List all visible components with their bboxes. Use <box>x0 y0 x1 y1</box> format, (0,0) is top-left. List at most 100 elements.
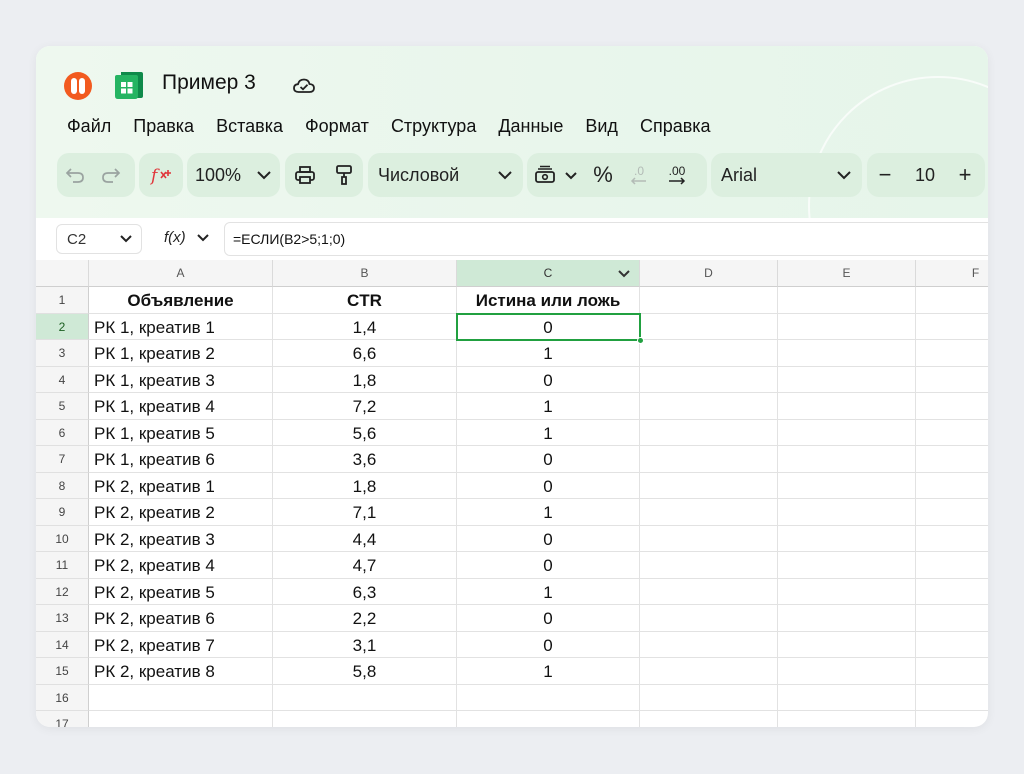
cell-b16[interactable] <box>273 684 457 711</box>
cell-c8[interactable]: 0 <box>457 472 640 499</box>
cell-d11[interactable] <box>640 552 778 579</box>
cell-f11[interactable] <box>916 552 988 579</box>
column-header-a[interactable]: A <box>89 260 273 287</box>
decrease-decimals-button[interactable]: .0 <box>621 153 657 197</box>
cell-b3[interactable]: 6,6 <box>273 340 457 367</box>
cell-e14[interactable] <box>778 631 916 658</box>
menu-help[interactable]: Справка <box>640 116 711 137</box>
cell-f2[interactable] <box>916 314 988 340</box>
row-header-2[interactable]: 2 <box>36 313 89 340</box>
cell-b7[interactable]: 3,6 <box>273 446 457 473</box>
cell-a8[interactable]: РК 2, креатив 1 <box>89 472 273 499</box>
cell-b17[interactable] <box>273 711 457 727</box>
row-header-14[interactable]: 14 <box>36 631 89 658</box>
cell-d6[interactable] <box>640 419 778 446</box>
cell-e16[interactable] <box>778 684 916 711</box>
paint-format-button[interactable] <box>324 153 363 197</box>
cloud-saved-icon[interactable] <box>292 75 316 97</box>
cell-d2[interactable] <box>640 313 778 340</box>
cell-f13[interactable] <box>916 605 988 632</box>
column-header-c[interactable]: C <box>457 260 640 287</box>
menu-format[interactable]: Формат <box>305 116 369 137</box>
cell-f16[interactable] <box>916 685 988 711</box>
cell-c13[interactable]: 0 <box>457 605 640 632</box>
cell-b6[interactable]: 5,6 <box>273 419 457 446</box>
redo-button[interactable] <box>93 153 129 197</box>
cell-e13[interactable] <box>778 605 916 632</box>
menu-file[interactable]: Файл <box>67 116 111 137</box>
document-title[interactable]: Пример 3 <box>162 71 256 95</box>
cell-b2[interactable]: 1,4 <box>273 313 457 340</box>
cell-c4[interactable]: 0 <box>457 366 640 393</box>
cell-e12[interactable] <box>778 578 916 605</box>
row-header-17[interactable]: 17 <box>36 711 89 727</box>
row-header-9[interactable]: 9 <box>36 499 89 526</box>
select-all-corner[interactable] <box>36 260 89 287</box>
cell-c17[interactable] <box>457 711 640 727</box>
cell-c1[interactable]: Истина или ложь <box>457 287 640 314</box>
cell-a4[interactable]: РК 1, креатив 3 <box>89 366 273 393</box>
cell-c12[interactable]: 1 <box>457 578 640 605</box>
font-size-increase-button[interactable]: + <box>947 153 983 197</box>
cell-c7[interactable]: 0 <box>457 446 640 473</box>
menu-insert[interactable]: Вставка <box>216 116 283 137</box>
row-header-4[interactable]: 4 <box>36 366 89 393</box>
cell-e9[interactable] <box>778 499 916 526</box>
undo-button[interactable] <box>57 153 93 197</box>
spreadsheet-app-icon[interactable] <box>112 68 146 102</box>
row-header-6[interactable]: 6 <box>36 419 89 446</box>
font-size-decrease-button[interactable]: − <box>867 153 903 197</box>
cell-f17[interactable] <box>916 711 988 727</box>
cell-c11[interactable]: 0 <box>457 552 640 579</box>
menu-edit[interactable]: Правка <box>133 116 194 137</box>
row-header-7[interactable]: 7 <box>36 446 89 473</box>
cell-b11[interactable]: 4,7 <box>273 552 457 579</box>
cell-a12[interactable]: РК 2, креатив 5 <box>89 578 273 605</box>
number-format-select[interactable]: Числовой <box>368 153 523 197</box>
cell-b13[interactable]: 2,2 <box>273 605 457 632</box>
cell-e17[interactable] <box>778 711 916 727</box>
cell-d14[interactable] <box>640 631 778 658</box>
cell-e15[interactable] <box>778 658 916 685</box>
cell-d13[interactable] <box>640 605 778 632</box>
cell-a15[interactable]: РК 2, креатив 8 <box>89 658 273 685</box>
cell-f14[interactable] <box>916 632 988 658</box>
cell-b8[interactable]: 1,8 <box>273 472 457 499</box>
column-header-b[interactable]: B <box>273 260 457 287</box>
cell-a2[interactable]: РК 1, креатив 1 <box>89 313 273 340</box>
cell-d9[interactable] <box>640 499 778 526</box>
row-header-1[interactable]: 1 <box>36 287 89 314</box>
cell-e7[interactable] <box>778 446 916 473</box>
cell-e8[interactable] <box>778 472 916 499</box>
yandex-logo-icon[interactable] <box>64 72 92 100</box>
cell-f7[interactable] <box>916 446 988 473</box>
fill-handle[interactable] <box>637 337 644 344</box>
cell-c3[interactable]: 1 <box>457 340 640 367</box>
print-button[interactable] <box>285 153 324 197</box>
cell-c15[interactable]: 1 <box>457 658 640 685</box>
cell-a13[interactable]: РК 2, креатив 6 <box>89 605 273 632</box>
cell-d17[interactable] <box>640 711 778 727</box>
cell-f5[interactable] <box>916 393 988 420</box>
cell-c16[interactable] <box>457 684 640 711</box>
cell-f4[interactable] <box>916 367 988 393</box>
cell-d12[interactable] <box>640 578 778 605</box>
cell-f3[interactable] <box>916 340 988 367</box>
row-header-13[interactable]: 13 <box>36 605 89 632</box>
cell-e5[interactable] <box>778 393 916 420</box>
cell-c5[interactable]: 1 <box>457 393 640 420</box>
row-header-16[interactable]: 16 <box>36 684 89 711</box>
column-header-f[interactable]: F <box>916 260 988 287</box>
cell-d10[interactable] <box>640 525 778 552</box>
column-header-d[interactable]: D <box>640 260 778 287</box>
menu-structure[interactable]: Структура <box>391 116 476 137</box>
cell-e2[interactable] <box>778 313 916 340</box>
cell-b4[interactable]: 1,8 <box>273 366 457 393</box>
cell-e3[interactable] <box>778 340 916 367</box>
cell-c2[interactable]: 0 <box>457 313 640 340</box>
insert-function-button[interactable]: f <box>139 153 183 197</box>
cell-a6[interactable]: РК 1, креатив 5 <box>89 419 273 446</box>
cell-a5[interactable]: РК 1, креатив 4 <box>89 393 273 420</box>
cell-d1[interactable] <box>640 287 778 314</box>
cell-c14[interactable]: 0 <box>457 631 640 658</box>
